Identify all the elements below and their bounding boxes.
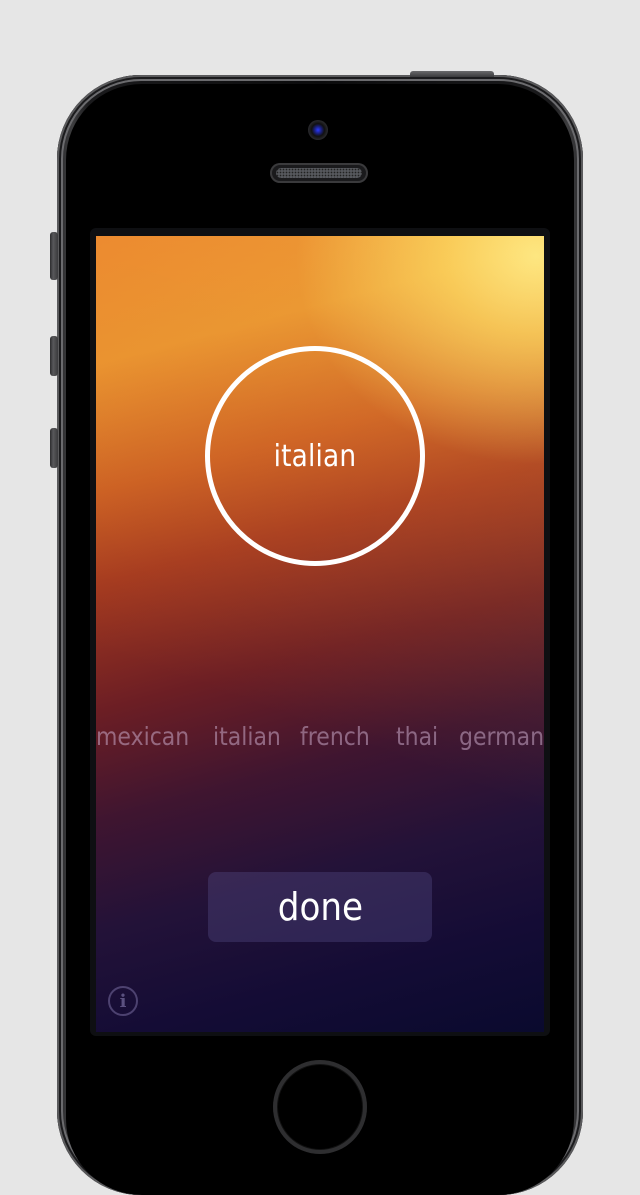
- sleep-wake-button: [410, 71, 494, 77]
- mute-switch: [50, 232, 58, 280]
- cuisine-option-thai[interactable]: thai: [396, 722, 438, 751]
- app-screen: italian mexican italian french thai germ…: [96, 236, 544, 1032]
- selected-cuisine-label: italian: [273, 438, 357, 474]
- speaker-grill: [276, 168, 362, 178]
- cuisine-option-mexican[interactable]: mexican: [96, 722, 189, 751]
- selected-cuisine-circle: italian: [205, 346, 425, 566]
- volume-down-button: [50, 428, 58, 468]
- earpiece-speaker: [270, 163, 368, 183]
- done-button-label: done: [277, 885, 363, 929]
- cuisine-option-italian[interactable]: italian: [213, 722, 281, 751]
- cuisine-option-german[interactable]: german: [459, 722, 544, 751]
- volume-up-button: [50, 336, 58, 376]
- front-camera-icon: [308, 120, 328, 140]
- info-glyph: i: [119, 990, 127, 1012]
- done-button[interactable]: done: [208, 872, 432, 942]
- cuisine-picker[interactable]: mexican italian french thai german: [96, 722, 544, 758]
- info-icon[interactable]: i: [108, 986, 138, 1016]
- cuisine-option-french[interactable]: french: [300, 722, 370, 751]
- home-button[interactable]: [273, 1060, 367, 1154]
